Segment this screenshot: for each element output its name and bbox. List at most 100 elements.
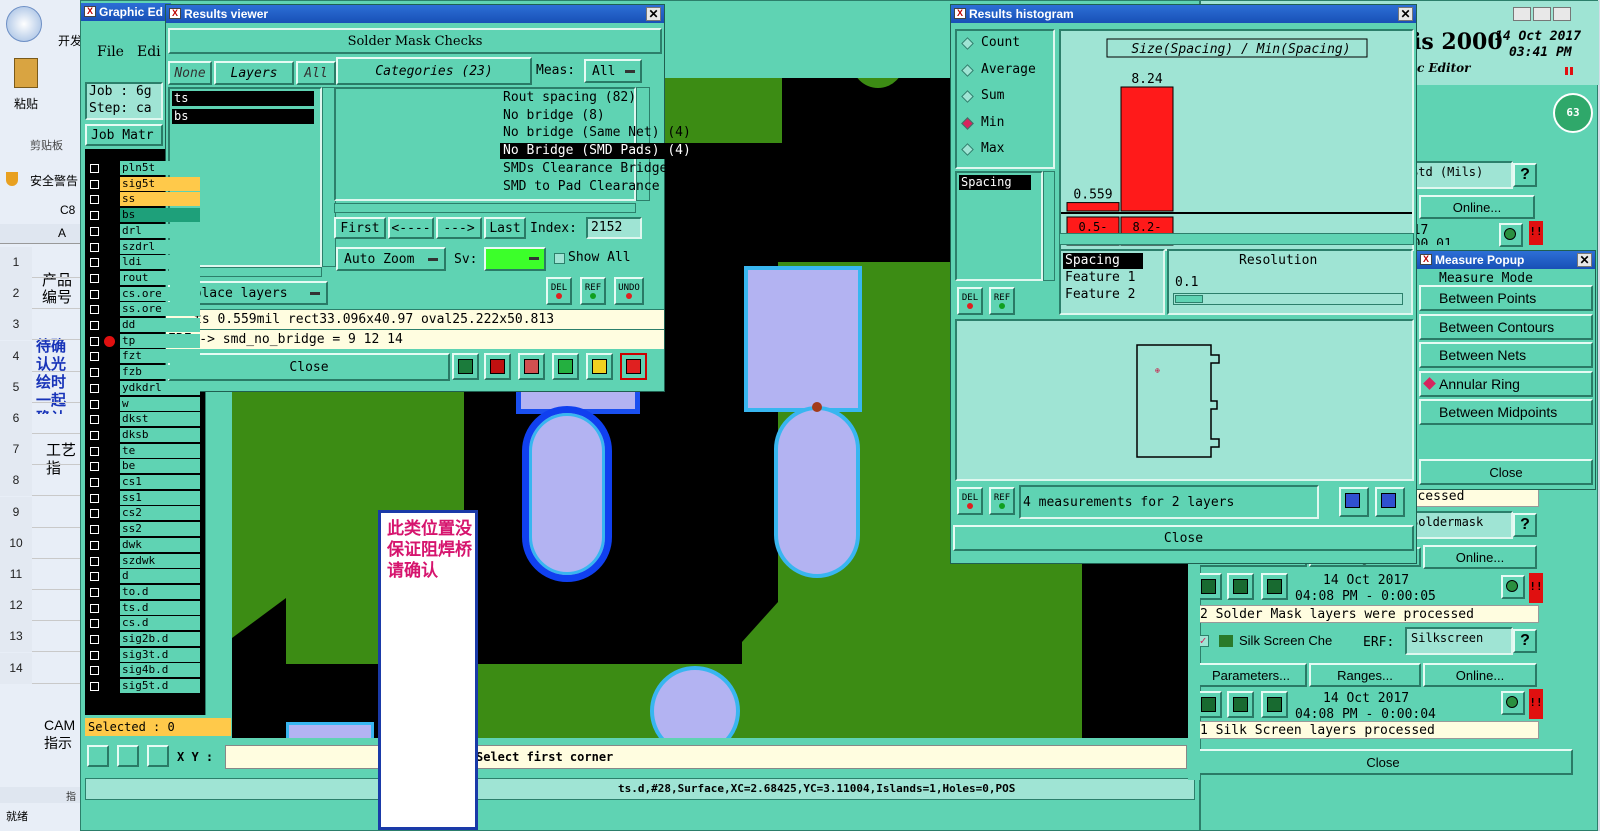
help-button-3[interactable]: ? xyxy=(1513,629,1537,653)
layer-checkbox[interactable] xyxy=(90,415,99,425)
layer-name[interactable]: dwk xyxy=(120,537,200,552)
help-button-2[interactable]: ? xyxy=(1513,513,1537,537)
layer-name[interactable]: to.d xyxy=(120,584,200,599)
tool-button-3[interactable] xyxy=(147,745,169,767)
layer-checkbox[interactable] xyxy=(90,525,99,535)
layer-row[interactable]: be xyxy=(86,459,202,474)
layer-name[interactable]: ts.d xyxy=(120,600,200,615)
layer-name[interactable]: fzb xyxy=(120,365,200,380)
layer-name[interactable]: dksb xyxy=(120,427,200,442)
layer-name[interactable]: be xyxy=(120,459,200,474)
histogram-option-label[interactable]: Sum xyxy=(981,88,1004,103)
index-input[interactable]: 2152 xyxy=(586,217,642,239)
layer-name[interactable]: sig5t xyxy=(120,176,200,191)
layer-name[interactable]: cs.d xyxy=(120,616,200,631)
layer-checkbox[interactable] xyxy=(90,305,99,315)
office-button[interactable] xyxy=(6,6,42,42)
layer-name[interactable]: fzt xyxy=(120,349,200,364)
row-number[interactable]: 1 xyxy=(0,247,32,278)
layer-row[interactable]: dksb xyxy=(86,427,202,443)
close-icon[interactable]: ✕ xyxy=(1577,253,1592,267)
layer-name[interactable]: dd xyxy=(120,318,200,332)
units-field[interactable]: Std (Mils) xyxy=(1405,161,1513,189)
histogram-option-label[interactable]: Count xyxy=(981,35,1020,50)
layer-row[interactable]: fzt xyxy=(86,349,202,364)
layer-checkbox[interactable] xyxy=(90,289,99,299)
layer-checkbox[interactable] xyxy=(90,462,99,472)
row-number[interactable]: 14 xyxy=(0,652,32,684)
layer-item-ts[interactable]: ts xyxy=(172,91,314,106)
row-number[interactable]: 12 xyxy=(0,590,32,622)
layer-row[interactable]: cs.ore xyxy=(86,286,202,302)
layer-row[interactable]: ss1 xyxy=(86,490,202,506)
layer-checkbox[interactable] xyxy=(90,242,99,252)
silkscreen-field[interactable]: Silkscreen xyxy=(1405,627,1513,655)
meas-select[interactable]: All xyxy=(584,59,642,83)
minimize-icon[interactable] xyxy=(1513,7,1531,21)
histogram-list[interactable]: Spacing xyxy=(955,171,1043,281)
layer-name[interactable]: d xyxy=(120,569,200,584)
layer-checkbox[interactable] xyxy=(90,493,99,503)
cell-reference[interactable]: C8 xyxy=(60,203,75,217)
row-number[interactable]: 11 xyxy=(0,559,32,590)
category-item[interactable]: No bridge (8) xyxy=(500,108,790,124)
export-chart-icon[interactable] xyxy=(1339,487,1369,517)
categories-button[interactable]: Categories (23) xyxy=(336,57,532,85)
row-number[interactable]: 5 xyxy=(0,371,32,403)
histogram-close-button[interactable]: Close xyxy=(953,525,1414,551)
layer-row[interactable]: ldi xyxy=(86,255,202,270)
layer-checkbox[interactable] xyxy=(90,446,99,456)
layer-name[interactable]: ss xyxy=(120,192,200,207)
layer-checkbox[interactable] xyxy=(90,273,99,283)
hist-del-button-2[interactable]: DEL xyxy=(957,487,983,515)
layer-checkbox[interactable] xyxy=(90,226,99,236)
measure-option[interactable]: Between Contours xyxy=(1419,313,1593,340)
layer-name[interactable]: w xyxy=(120,396,200,411)
hist-ref-button-2[interactable]: REF xyxy=(989,487,1015,515)
layer-row[interactable]: rout xyxy=(86,270,202,286)
layer-checkbox[interactable] xyxy=(90,336,99,346)
stop-button[interactable]: !! xyxy=(1529,689,1543,719)
layer-checkbox[interactable] xyxy=(90,368,99,378)
layer-name[interactable]: ss.ore xyxy=(120,302,200,317)
none-button[interactable]: None xyxy=(168,61,212,85)
layer-name[interactable]: sig3t.d xyxy=(120,647,200,662)
layer-row[interactable]: tp xyxy=(86,333,202,349)
category-item[interactable]: No bridge (Same Net) (4) xyxy=(500,125,790,141)
layer-name[interactable]: sig5t.d xyxy=(120,679,200,694)
layer-row[interactable]: ydkdrl xyxy=(86,380,202,396)
layer-checkbox[interactable] xyxy=(90,509,99,519)
layer-checkbox[interactable] xyxy=(90,179,99,189)
histogram-icon[interactable] xyxy=(620,353,647,380)
feature-item[interactable]: Feature 2 xyxy=(1063,287,1143,303)
row-number[interactable]: 6 xyxy=(0,403,32,434)
row-number[interactable]: 2 xyxy=(0,278,32,310)
excel-tab[interactable]: 开发 xyxy=(58,32,82,49)
measure-option[interactable]: Between Points xyxy=(1419,285,1593,311)
paste-label[interactable]: 粘贴 xyxy=(14,95,38,112)
layer-checkbox[interactable] xyxy=(90,478,99,487)
category-item[interactable]: Rout spacing (82) xyxy=(500,90,790,106)
zoom-icon[interactable] xyxy=(1501,575,1525,599)
layer-row[interactable]: szdwk xyxy=(86,553,202,569)
last-button[interactable]: Last xyxy=(484,217,526,239)
layer-row[interactable]: to.d xyxy=(86,584,202,600)
layer-name[interactable]: ss2 xyxy=(120,522,200,537)
layer-name[interactable]: cs2 xyxy=(120,506,200,521)
sv-color-select[interactable] xyxy=(484,247,546,271)
top-window-controls[interactable] xyxy=(1513,7,1595,23)
run-icon-6[interactable] xyxy=(1261,691,1288,718)
feature-item[interactable]: Feature 1 xyxy=(1063,270,1143,286)
histogram-list-item[interactable]: Spacing xyxy=(959,175,1031,190)
maximize-icon[interactable] xyxy=(1533,7,1551,21)
layer-name[interactable]: ss1 xyxy=(120,490,200,505)
layer-name[interactable]: szdwk xyxy=(120,553,200,568)
measure-option[interactable]: Annular Ring xyxy=(1419,370,1593,397)
layer-checkbox[interactable] xyxy=(90,603,99,613)
hist-del-button[interactable]: DEL xyxy=(957,287,983,315)
row-number[interactable]: 4 xyxy=(0,340,32,372)
layer-row[interactable]: ss2 xyxy=(86,522,202,537)
layer-checkbox[interactable] xyxy=(90,195,99,205)
import-chart-icon[interactable] xyxy=(1375,487,1405,517)
layer-row[interactable]: szdrl xyxy=(86,239,202,255)
